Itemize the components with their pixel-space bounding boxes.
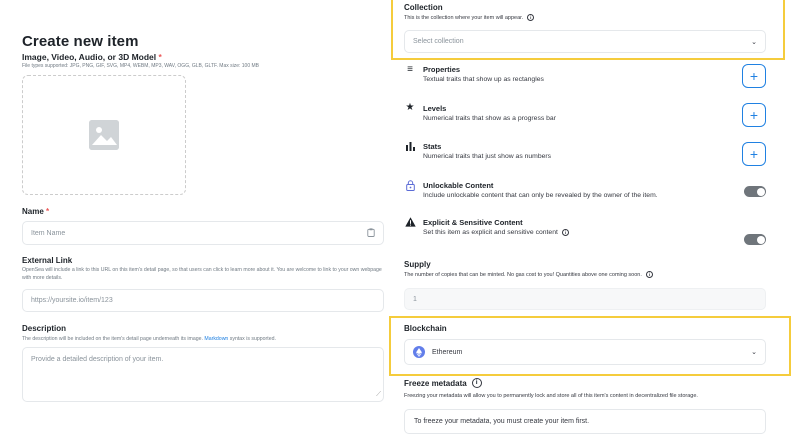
image-placeholder-icon: [89, 120, 119, 150]
page-title: Create new item: [22, 33, 139, 50]
external-link-description: OpenSea will include a link to this URL …: [22, 267, 382, 281]
required-marker: *: [158, 52, 162, 62]
freeze-notice: To freeze your metadata, you must create…: [404, 409, 766, 434]
explicit-title: Explicit & Sensitive Content: [423, 218, 523, 227]
collection-label: Collection: [404, 3, 443, 12]
description-help: The description will be included on the …: [22, 336, 276, 342]
info-icon[interactable]: i: [527, 14, 535, 21]
levels-title: Levels: [423, 104, 447, 113]
item-name-input[interactable]: Item Name: [22, 221, 384, 245]
star-icon: ★: [405, 102, 415, 113]
description-label: Description: [22, 324, 67, 333]
description-textarea[interactable]: Provide a detailed description of your i…: [22, 347, 384, 402]
levels-subtitle: Numerical traits that show as a progress…: [423, 115, 556, 122]
clipboard-icon[interactable]: [367, 227, 375, 239]
supply-input[interactable]: 1: [404, 288, 766, 310]
info-icon[interactable]: i: [471, 378, 482, 388]
properties-subtitle: Textual traits that show up as rectangle…: [423, 76, 544, 83]
blockchain-select[interactable]: Ethereum ⌄: [404, 339, 766, 365]
explicit-subtitle: Set this item as explicit and sensitive …: [423, 229, 569, 236]
warning-icon: [404, 217, 416, 230]
name-label: Name *: [22, 207, 50, 216]
external-link-label: External Link: [22, 256, 73, 265]
media-upload-dropzone[interactable]: [22, 75, 186, 195]
supply-label: Supply: [404, 260, 431, 269]
collection-description: This is the collection where your item w…: [404, 14, 535, 21]
info-icon[interactable]: i: [561, 229, 569, 236]
properties-title: Properties: [423, 65, 461, 74]
freeze-description: Freezing your metadata will allow you to…: [404, 393, 698, 399]
freeze-metadata-label: Freeze metadata i: [404, 378, 482, 388]
stats-subtitle: Numerical traits that just show as numbe…: [423, 153, 552, 160]
bar-chart-icon: [404, 141, 416, 154]
ethereum-icon: [413, 346, 425, 358]
resize-handle-icon[interactable]: ⟋: [376, 391, 381, 399]
lock-icon: [404, 180, 416, 194]
chevron-down-icon: ⌄: [751, 38, 757, 46]
add-properties-button[interactable]: +: [742, 64, 766, 88]
external-link-input[interactable]: https://yoursite.io/item/123: [22, 289, 384, 312]
stats-title: Stats: [423, 142, 442, 151]
add-levels-button[interactable]: +: [742, 103, 766, 127]
media-label: Image, Video, Audio, or 3D Model *: [22, 52, 162, 62]
markdown-link[interactable]: Markdown: [204, 336, 228, 342]
blockchain-label: Blockchain: [404, 324, 447, 333]
add-stats-button[interactable]: +: [742, 142, 766, 166]
info-icon[interactable]: i: [645, 271, 653, 278]
chevron-down-icon: ⌄: [751, 349, 757, 356]
required-marker: *: [46, 207, 50, 216]
media-file-types-hint: File types supported: JPG, PNG, GIF, SVG…: [22, 63, 260, 69]
collection-select[interactable]: Select collection ⌄: [404, 30, 766, 53]
unlockable-toggle[interactable]: [744, 186, 766, 197]
explicit-toggle[interactable]: [744, 234, 766, 245]
unlockable-subtitle: Include unlockable content that can only…: [423, 192, 658, 199]
supply-description: The number of copies that can be minted.…: [404, 271, 653, 278]
list-icon: ≡: [407, 64, 413, 75]
unlockable-title: Unlockable Content: [423, 181, 494, 190]
